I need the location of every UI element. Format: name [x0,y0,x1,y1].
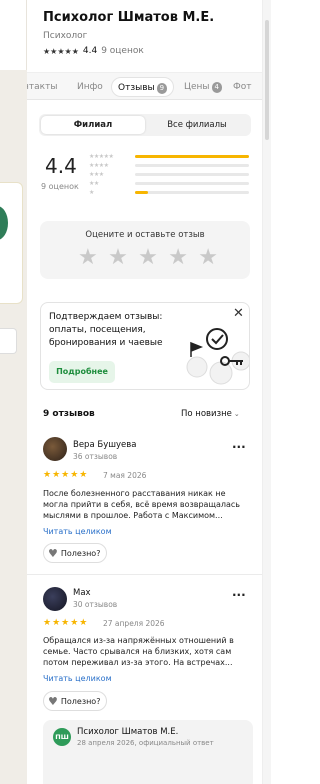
tab-contacts[interactable]: нтакты [27,77,57,97]
distribution-stars-icon: ★★ [89,180,99,187]
org-title[interactable]: Психолог Шматов М.Е. [43,10,214,25]
useful-button[interactable]: ♥ Полезно? [43,691,108,711]
org-rating-count: 9 оценок [101,46,144,56]
distribution-fill [135,191,148,194]
distribution-stars-icon: ★★★★★ [89,153,114,160]
distribution-row-3: ★★★ [89,170,253,179]
scrollbar-thumb[interactable] [265,20,269,140]
distribution-track [135,182,249,185]
distribution-stars-icon: ★★★★ [89,162,109,169]
place-card-panel: Психолог Шматов М.Е. Психолог ★★★★★ 4.4 … [27,0,263,784]
org-category[interactable]: Психолог [43,31,87,41]
avatar[interactable] [43,437,67,461]
tab-bar: нтакты Инфо Отзывы9 Цены4 Фот [27,72,262,100]
review-read-more-link[interactable]: Читать целиком [43,527,112,536]
verification-illustration-icon [186,328,249,385]
reviews-count: 9 отзывов [43,409,95,419]
promo-text: Подтверждаем отзывы: оплаты, посещения, … [49,312,163,348]
review-stars: ★★★★★ [43,470,89,480]
map-area[interactable] [0,0,27,784]
distribution-track [135,164,249,167]
toggle-all-branches[interactable]: Все филиалы [145,116,249,134]
review-text: Обращался из-за напряжённых отношений в … [43,636,234,667]
review-text: После болезненного расставания никак не … [43,489,241,520]
review-author[interactable]: Max [73,588,91,598]
divider [27,574,262,575]
map-card-edge [0,182,23,304]
tab-reviews[interactable]: Отзывы 9 [111,77,175,97]
verification-promo: Подтверждаем отзывы: оплаты, посещения, … [40,302,250,390]
review-author[interactable]: Вера Бушуева [73,440,136,450]
sort-dropdown[interactable]: По новизне ⌄ [181,409,240,419]
close-icon[interactable]: ✕ [233,307,244,321]
owner-reply: ПШ Психолог Шматов М.Е. 28 апреля 2026, … [43,720,253,784]
distribution-stars-icon: ★ [89,189,94,196]
review-more-menu[interactable]: ··· [232,588,246,602]
review-author-count: 36 отзывов [73,452,118,461]
distribution-row-2: ★★ [89,179,253,188]
distribution-track [135,173,249,176]
distribution-row-5: ★★★★★ [89,152,253,161]
heart-icon: ♥ [48,694,58,708]
avatar[interactable] [43,587,67,611]
tab-prices[interactable]: Цены 4 [184,77,222,97]
rate-box: Оцените и оставьте отзыв ★ ★ ★ ★ ★ [40,221,250,279]
review-date: 27 апреля 2026 [103,619,165,628]
branch-toggle: Филиал Все филиалы [39,114,251,136]
tab-info[interactable]: Инфо [77,77,103,97]
rate-star-2-icon[interactable]: ★ [108,246,128,270]
distribution-row-1: ★ [89,188,253,197]
tab-prices-badge: 4 [211,82,222,93]
org-rating-row[interactable]: ★★★★★ 4.4 9 оценок [43,46,144,56]
rate-star-5-icon[interactable]: ★ [198,246,218,270]
rating-distribution: ★★★★★ ★★★★ ★★★ ★★ ★ [89,152,253,197]
review-more-menu[interactable]: ··· [232,440,246,454]
reply-date: 28 апреля 2026, официальный ответ [77,739,214,747]
rating-stars-icon: ★★★★★ [43,46,79,56]
distribution-track [135,155,249,158]
distribution-stars-icon: ★★★ [89,171,104,178]
rate-box-title: Оцените и оставьте отзыв [85,230,205,240]
heart-icon: ♥ [48,546,58,560]
distribution-track [135,191,249,194]
useful-button[interactable]: ♥ Полезно? [43,543,108,563]
tab-photos[interactable]: Фот [233,77,252,97]
rate-star-1-icon[interactable]: ★ [78,246,98,270]
review-author-count: 30 отзывов [73,600,118,609]
map-top-edge [0,0,27,70]
promo-more-button[interactable]: Подробнее [49,361,115,383]
tab-reviews-badge: 9 [156,83,168,94]
review-stars: ★★★★★ [43,618,89,628]
org-rating-value: 4.4 [82,46,98,56]
chevron-down-icon: ⌄ [233,410,240,418]
map-control-button[interactable] [0,328,17,354]
distribution-row-4: ★★★★ [89,161,253,170]
rate-star-4-icon[interactable]: ★ [168,246,188,270]
rate-star-3-icon[interactable]: ★ [138,246,158,270]
rate-stars: ★ ★ ★ ★ ★ [78,246,218,270]
toggle-branch[interactable]: Филиал [41,116,145,134]
org-logo: ПШ [53,728,71,746]
review-read-more-link[interactable]: Читать целиком [43,674,112,683]
summary-count: 9 оценок [41,182,79,191]
reply-author[interactable]: Психолог Шматов М.Е. [77,727,178,737]
review-date: 7 мая 2026 [103,471,147,480]
summary-rating: 4.4 [45,154,77,178]
distribution-fill [135,155,249,158]
